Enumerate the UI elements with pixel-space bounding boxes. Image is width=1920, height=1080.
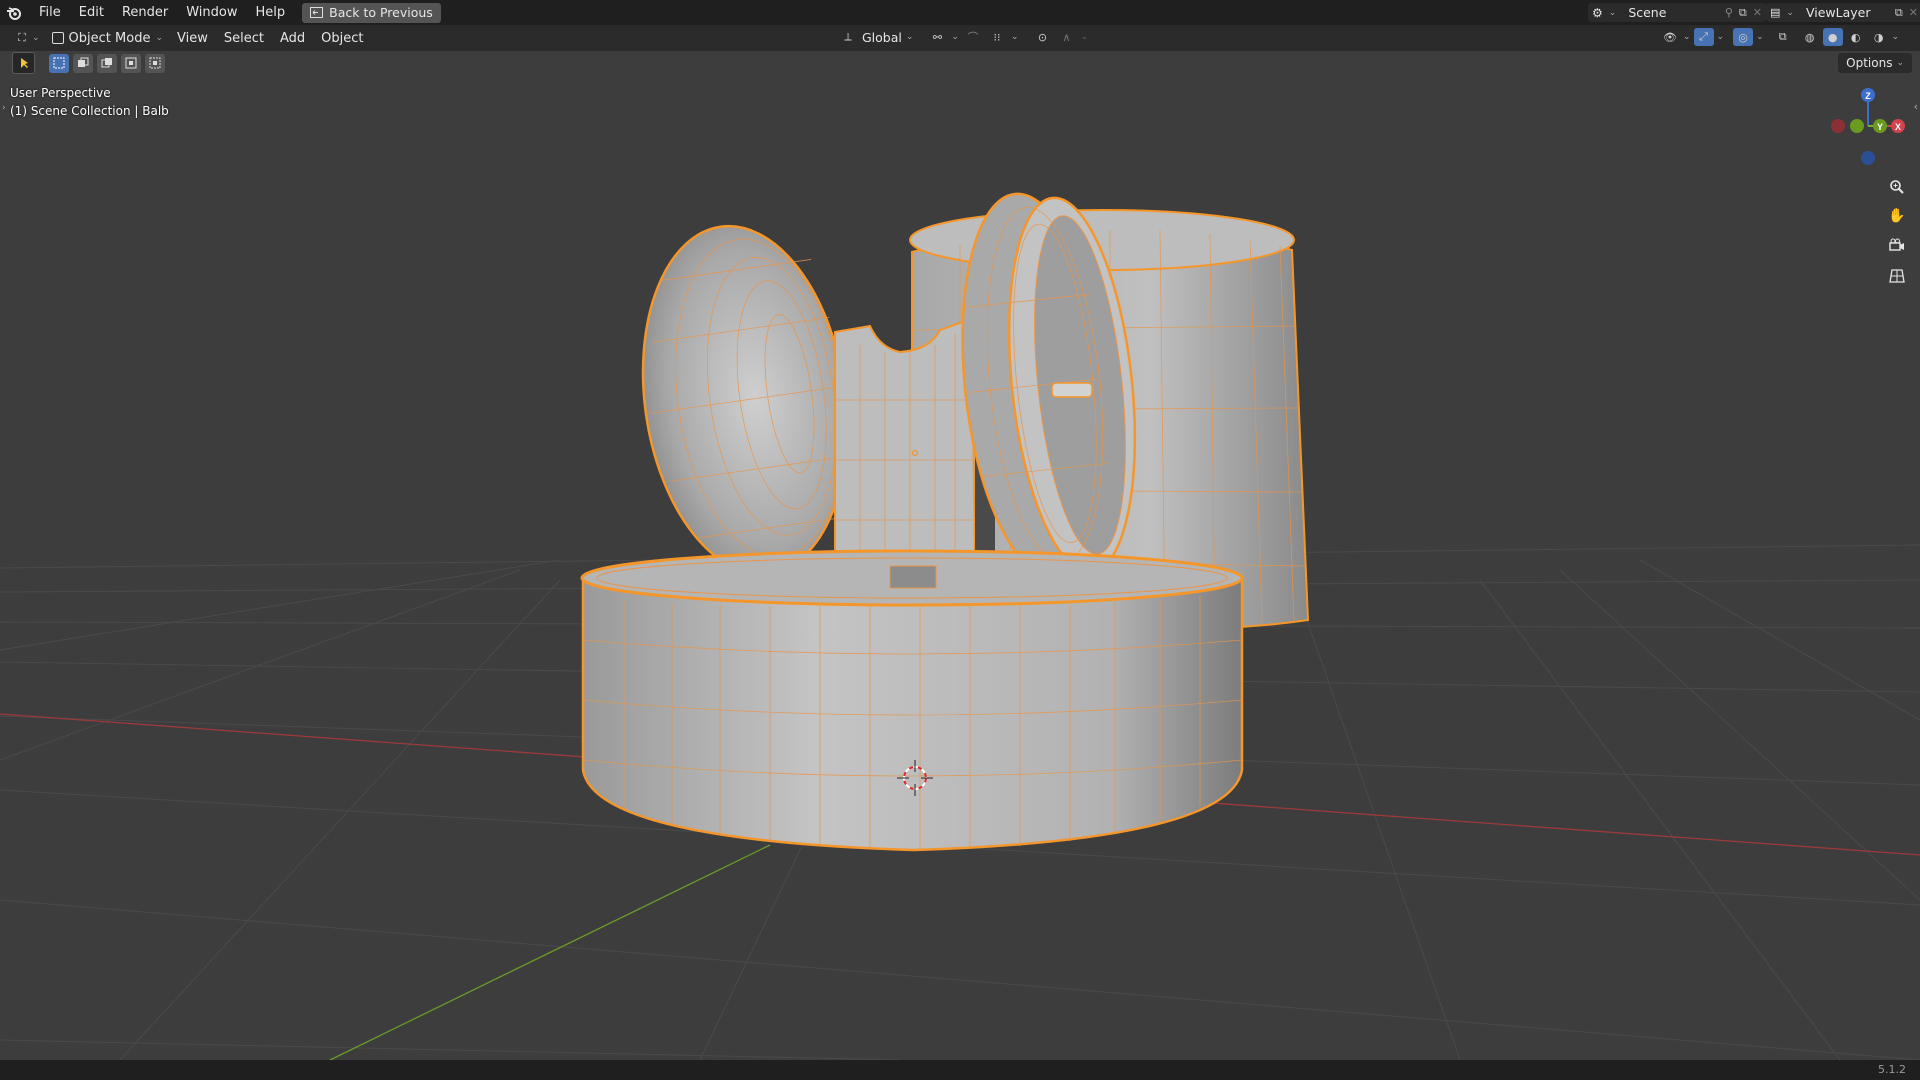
solid-shading-icon[interactable]: ● <box>1822 28 1843 46</box>
pan-hand-icon[interactable]: ✋ <box>1885 204 1909 228</box>
chevron-down-icon: ⌄ <box>905 32 914 42</box>
new-scene-icon[interactable]: ⧉ <box>1739 6 1747 20</box>
perspective-label: User Perspective <box>10 86 111 100</box>
proportional-edit-icon[interactable]: ⊙ <box>1033 28 1053 46</box>
header-menu-select[interactable]: Select <box>216 31 272 46</box>
menu-render[interactable]: Render <box>113 0 177 25</box>
scene-icon: ⚙ <box>1592 5 1603 20</box>
pin-icon[interactable]: ⚲ <box>1725 6 1733 19</box>
zoom-icon[interactable] <box>1885 175 1909 199</box>
mode-label: Object Mode <box>68 30 151 46</box>
orientation-icon: ⟂ <box>844 30 852 43</box>
visibility-icon[interactable]: 👁 <box>1660 28 1680 46</box>
y-axis-line <box>329 844 771 1060</box>
view-layer-name[interactable]: ViewLayer <box>1806 5 1889 20</box>
chevron-down-icon: ⌄ <box>1010 32 1019 42</box>
header-menu-add[interactable]: Add <box>272 31 313 46</box>
options-label: Options <box>1846 56 1893 70</box>
chevron-down-icon: ⌄ <box>1080 32 1089 42</box>
blender-logo-icon[interactable] <box>6 5 22 21</box>
menu-file[interactable]: File <box>30 0 70 25</box>
view-layer-selector[interactable]: ▤ ⌄ ViewLayer ⧉ ✕ <box>1766 3 1920 22</box>
chevron-down-icon: ⌄ <box>1896 58 1904 68</box>
menu-help[interactable]: Help <box>247 0 295 25</box>
gizmo-toggle-icon[interactable]: ⤢ <box>1693 28 1714 46</box>
scene-selector[interactable]: ⚙ ⌄ Scene ⚲ ⧉ ✕ <box>1588 3 1766 22</box>
snap-icon[interactable]: ⌒ <box>963 28 983 46</box>
chevron-down-icon: ⌄ <box>951 32 959 42</box>
back-to-previous-label: Back to Previous <box>329 5 433 20</box>
collection-label: (1) Scene Collection | Balb <box>10 104 169 118</box>
camera-view-icon[interactable] <box>1885 234 1909 258</box>
header-menu-view[interactable]: View <box>169 31 216 46</box>
delete-view-layer-icon[interactable]: ✕ <box>1909 6 1918 19</box>
viewport-3d[interactable] <box>0 51 1920 1060</box>
view-layer-icon: ▤ <box>1770 6 1781 19</box>
delete-scene-icon[interactable]: ✕ <box>1753 6 1762 19</box>
base-cylinder-mesh <box>580 549 1244 852</box>
snap-target-icon[interactable]: ⁝⁝ <box>987 28 1007 46</box>
chevron-down-icon: ⌄ <box>1716 32 1725 42</box>
viewport-display-controls: 👁 ⌄ ⤢ ⌄ ◎ ⌄ ⧉ ◍ ● ◐ ◑ ⌄ <box>1660 28 1899 46</box>
editor-type-icon[interactable]: ⛶ <box>12 29 32 47</box>
object-mode-icon <box>51 32 64 44</box>
scene-name[interactable]: Scene <box>1628 5 1719 20</box>
chevron-down-icon: ⌄ <box>1891 32 1900 42</box>
chevron-down-icon: ⌄ <box>155 33 163 43</box>
orientation-label[interactable]: Global <box>862 30 902 45</box>
transform-controls: ⟂ Global ⌄ ⚯ ⌄ ⌒ ⁝⁝ ⌄ ⊙ ∧ ⌄ <box>838 28 1088 46</box>
chevron-down-icon: ⌄ <box>1786 7 1794 18</box>
version-label: 5.1.2 <box>1878 1063 1906 1076</box>
chevron-down-icon: ⌄ <box>1683 32 1691 42</box>
left-dish-mesh <box>641 224 849 576</box>
perspective-toggle-icon[interactable] <box>1885 264 1909 288</box>
rendered-shading-icon[interactable]: ◑ <box>1869 28 1889 46</box>
gizmo-z-label: Z <box>1865 91 1871 101</box>
falloff-icon[interactable]: ∧ <box>1057 28 1077 46</box>
navigation-gizmo[interactable]: Z Y X <box>1825 82 1915 172</box>
options-dropdown[interactable]: Options ⌄ <box>1838 53 1912 73</box>
chevron-down-icon: ⌄ <box>1756 32 1764 42</box>
xray-toggle-icon[interactable]: ⧉ <box>1773 28 1793 46</box>
viewport-header: ⛶ ⌄ Object Mode ⌄ View Select Add Object… <box>0 25 1920 51</box>
screen-back-icon <box>310 7 324 18</box>
chevron-right-icon[interactable]: › <box>2 103 6 113</box>
mode-selector[interactable]: Object Mode ⌄ <box>45 28 169 48</box>
back-to-previous-button[interactable]: Back to Previous <box>302 2 441 23</box>
chevron-down-icon: ⌄ <box>32 33 40 43</box>
header-menu-object[interactable]: Object <box>313 31 371 46</box>
material-shading-icon[interactable]: ◐ <box>1846 28 1866 46</box>
wireframe-shading-icon[interactable]: ◍ <box>1800 28 1820 46</box>
chevron-down-icon: ⌄ <box>1608 7 1617 18</box>
menu-window[interactable]: Window <box>177 0 246 25</box>
gizmo-x-label: X <box>1895 122 1901 132</box>
menu-edit[interactable]: Edit <box>70 0 113 25</box>
pivot-icon[interactable]: ⚯ <box>927 28 947 46</box>
status-bar <box>0 1060 1920 1080</box>
new-view-layer-icon[interactable]: ⧉ <box>1895 6 1903 20</box>
gizmo-y-label: Y <box>1877 122 1883 132</box>
overlays-toggle-icon[interactable]: ◎ <box>1733 28 1754 46</box>
